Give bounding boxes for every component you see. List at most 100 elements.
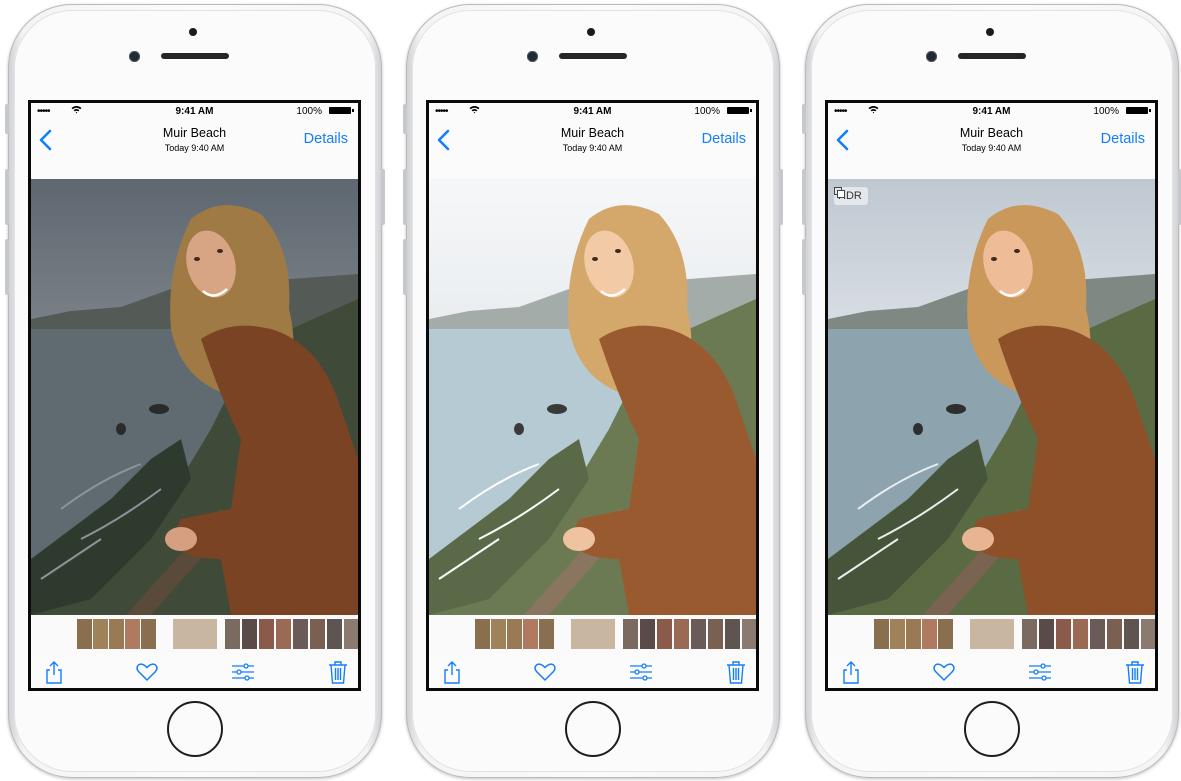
volume-up-button xyxy=(802,169,806,225)
volume-down-button xyxy=(403,239,407,295)
thumbnail[interactable] xyxy=(141,619,156,649)
photo-view[interactable]: HDR xyxy=(31,179,358,615)
screen: ••••• 9:41 AM 100% Muir Beach Today 9:40… xyxy=(28,100,361,691)
heart-icon[interactable] xyxy=(134,659,160,685)
battery-percent: 100% xyxy=(296,106,322,117)
thumbnail[interactable] xyxy=(539,619,554,649)
photo-image xyxy=(429,179,756,615)
thumbnail[interactable] xyxy=(1073,619,1088,649)
photo-view[interactable]: HDR xyxy=(429,179,756,615)
thumbnails xyxy=(77,619,358,649)
iphone-frame-dark: ••••• 9:41 AM 100% Muir Beach Today 9:40… xyxy=(5,4,385,778)
home-button[interactable] xyxy=(565,701,621,757)
share-icon[interactable] xyxy=(838,659,864,685)
status-bar: ••••• 9:41 AM 100% xyxy=(429,103,756,119)
trash-icon[interactable] xyxy=(723,659,749,685)
thumbnail[interactable] xyxy=(242,619,257,649)
thumbnail[interactable] xyxy=(725,619,740,649)
thumbnail[interactable] xyxy=(310,619,325,649)
thumbnail[interactable] xyxy=(970,619,1014,649)
thumbnail[interactable] xyxy=(125,619,140,649)
thumbnail[interactable] xyxy=(1124,619,1139,649)
share-icon[interactable] xyxy=(439,659,465,685)
iphone-frame-overexposed: ••••• 9:41 AM 100% Muir Beach Today 9:40… xyxy=(403,4,783,778)
battery-icon xyxy=(1126,107,1151,114)
proximity-sensor xyxy=(986,28,994,36)
thumbnail-strip[interactable] xyxy=(31,615,358,655)
thumbnail[interactable] xyxy=(1107,619,1122,649)
adjust-icon[interactable] xyxy=(230,659,256,685)
volume-down-button xyxy=(802,239,806,295)
thumbnail[interactable] xyxy=(327,619,342,649)
thumbnail[interactable] xyxy=(344,619,358,649)
thumbnail[interactable] xyxy=(77,619,92,649)
thumbnail[interactable] xyxy=(691,619,706,649)
front-camera xyxy=(129,51,140,62)
thumbnail[interactable] xyxy=(1039,619,1054,649)
proximity-sensor xyxy=(587,28,595,36)
details-button[interactable]: Details xyxy=(1101,131,1145,147)
details-button[interactable]: Details xyxy=(702,131,746,147)
home-button[interactable] xyxy=(964,701,1020,757)
thumbnail[interactable] xyxy=(293,619,308,649)
screen: ••••• 9:41 AM 100% Muir Beach Today 9:40… xyxy=(426,100,759,691)
adjust-icon[interactable] xyxy=(1027,659,1053,685)
adjust-icon[interactable] xyxy=(628,659,654,685)
thumbnail-strip[interactable] xyxy=(429,615,756,655)
thumbnail[interactable] xyxy=(874,619,889,649)
thumbnail[interactable] xyxy=(109,619,124,649)
thumbnails xyxy=(475,619,756,649)
thumbnail[interactable] xyxy=(623,619,638,649)
bottom-toolbar xyxy=(429,655,756,688)
thumbnail[interactable] xyxy=(276,619,291,649)
home-button[interactable] xyxy=(167,701,223,757)
thumbnail[interactable] xyxy=(674,619,689,649)
status-bar: ••••• 9:41 AM 100% xyxy=(828,103,1155,119)
thumbnail[interactable] xyxy=(507,619,522,649)
thumbnail[interactable] xyxy=(523,619,538,649)
screen: ••••• 9:41 AM 100% Muir Beach Today 9:40… xyxy=(825,100,1158,691)
thumbnail[interactable] xyxy=(640,619,655,649)
bottom-toolbar xyxy=(31,655,358,688)
hdr-badge: HDR xyxy=(834,187,868,205)
mute-switch xyxy=(403,104,407,134)
thumbnail[interactable] xyxy=(93,619,108,649)
thumbnails xyxy=(874,619,1155,649)
thumbnail[interactable] xyxy=(708,619,723,649)
thumbnail[interactable] xyxy=(1022,619,1037,649)
thumbnail[interactable] xyxy=(225,619,240,649)
photo-image xyxy=(31,179,358,615)
thumbnail[interactable] xyxy=(922,619,937,649)
thumbnail[interactable] xyxy=(890,619,905,649)
thumbnail[interactable] xyxy=(938,619,953,649)
earpiece-speaker xyxy=(559,53,627,59)
thumbnail[interactable] xyxy=(259,619,274,649)
photo-image xyxy=(828,179,1155,615)
share-icon[interactable] xyxy=(41,659,67,685)
trash-icon[interactable] xyxy=(1122,659,1148,685)
battery-percent: 100% xyxy=(1093,106,1119,117)
photo-view[interactable]: HDR xyxy=(828,179,1155,615)
heart-icon[interactable] xyxy=(532,659,558,685)
power-button xyxy=(381,169,385,225)
thumbnail[interactable] xyxy=(173,619,217,649)
thumbnail[interactable] xyxy=(906,619,921,649)
trash-icon[interactable] xyxy=(325,659,351,685)
thumbnail[interactable] xyxy=(475,619,490,649)
thumbnail[interactable] xyxy=(1056,619,1071,649)
thumbnail-strip[interactable] xyxy=(828,615,1155,655)
thumbnail[interactable] xyxy=(657,619,672,649)
status-bar: ••••• 9:41 AM 100% xyxy=(31,103,358,119)
mute-switch xyxy=(802,104,806,134)
thumbnail[interactable] xyxy=(491,619,506,649)
details-button[interactable]: Details xyxy=(304,131,348,147)
thumbnail[interactable] xyxy=(1141,619,1155,649)
earpiece-speaker xyxy=(958,53,1026,59)
navigation-bar: Muir Beach Today 9:40 AM Details xyxy=(429,119,756,163)
thumbnail[interactable] xyxy=(742,619,756,649)
navigation-bar: Muir Beach Today 9:40 AM Details xyxy=(828,119,1155,163)
thumbnail[interactable] xyxy=(571,619,615,649)
front-camera xyxy=(527,51,538,62)
heart-icon[interactable] xyxy=(931,659,957,685)
thumbnail[interactable] xyxy=(1090,619,1105,649)
